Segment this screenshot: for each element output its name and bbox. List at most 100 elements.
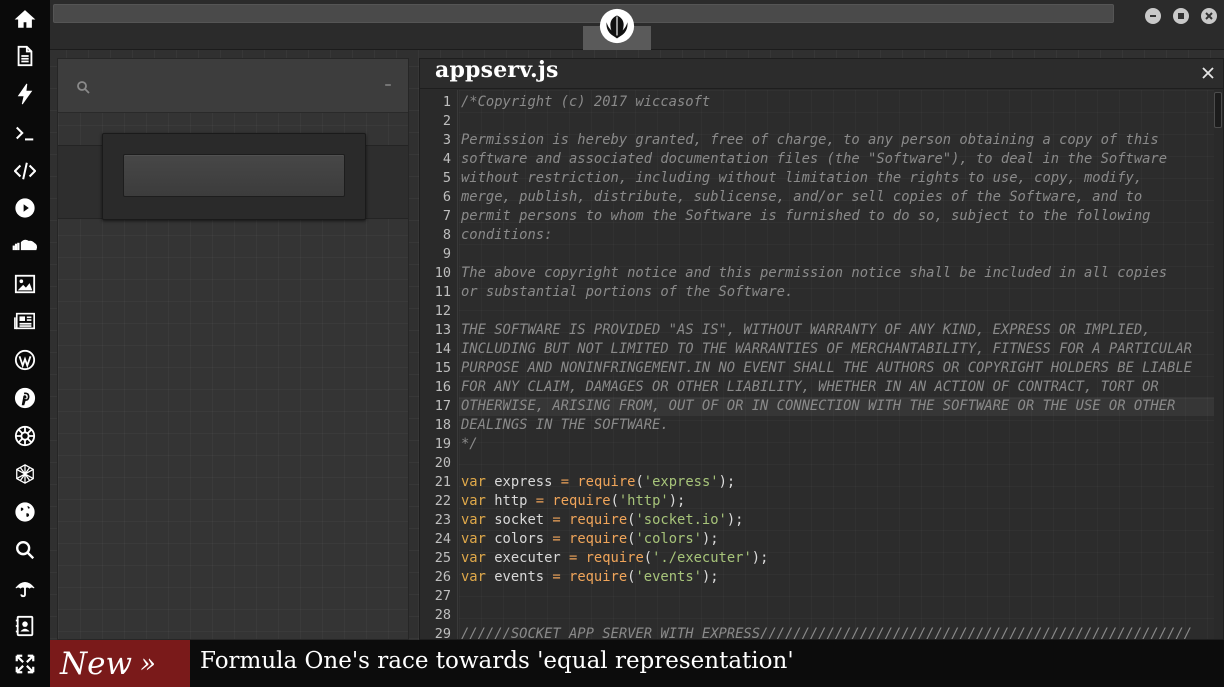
code-line: var express = require('express'); [461,473,735,492]
side-panel: – [57,58,409,640]
umbrella-icon[interactable] [0,569,50,607]
code-line: conditions: [461,227,553,243]
line-number: 2 [442,113,451,129]
editor-header: appserv.js [420,58,1223,89]
operator: = [535,493,545,509]
punctuation [486,493,494,509]
scrollbar-thumb[interactable] [1214,92,1222,128]
soundcloud-icon[interactable] [0,227,50,265]
code-line: FOR ANY CLAIM, DAMAGES OR OTHER LIABILIT… [461,379,1159,395]
punctuation [486,512,494,528]
minimize-icon[interactable] [1145,8,1161,24]
rebel-alliance-icon[interactable] [595,6,639,46]
string-literal: 'http' [618,493,669,509]
app-dock [0,0,50,687]
code-line: THE SOFTWARE IS PROVIDED "AS IS", WITHOU… [461,322,1151,338]
line-number: 25 [434,550,451,566]
code-line: //////SOCKET APP SERVER WITH EXPRESS////… [461,626,1192,640]
terminal-icon[interactable] [0,114,50,152]
operator: = [552,569,561,585]
keyword: var [461,531,486,547]
line-number: 19 [434,436,451,452]
punctuation: ); [668,493,686,509]
document-icon[interactable] [0,37,50,75]
news-headline[interactable]: Formula One's race towards 'equal repres… [200,648,794,674]
file-title: appserv.js [435,58,559,83]
punctuation [561,531,569,547]
line-number: 16 [434,379,451,395]
punctuation [561,569,569,585]
line-number: 7 [442,208,451,224]
close-icon[interactable] [1201,65,1217,81]
line-number: 27 [434,588,451,604]
panel-search-input[interactable] [98,73,368,99]
function-call: require [569,512,628,528]
punctuation: ( [610,493,619,509]
punctuation [486,569,494,585]
home-icon[interactable] [0,0,50,38]
code-line: PURPOSE AND NONINFRINGEMENT.IN NO EVENT … [461,360,1192,376]
identifier: events [494,569,545,585]
identifier: executer [494,550,561,566]
code-line: /*Copyright (c) 2017 wiccasoft [461,94,711,110]
identifier: http [494,493,528,509]
function-call: require [552,493,611,509]
line-number: 17 [434,398,451,414]
hexagon-network-icon[interactable] [0,455,50,493]
maximize-icon[interactable] [1173,8,1189,24]
expand-icon[interactable] [0,645,50,683]
code-line: */ [461,436,478,452]
code-icon[interactable] [0,152,50,190]
image-icon[interactable] [0,265,50,303]
editor-scrollbar[interactable] [1214,90,1223,639]
code-line: var colors = require('colors'); [461,530,719,549]
galactic-empire-icon[interactable] [0,417,50,455]
operator: = [560,474,570,490]
identifier: socket [494,512,545,528]
wordpress-icon[interactable] [0,341,50,379]
punctuation [486,474,494,490]
line-number: 4 [442,151,451,167]
string-literal: 'express' [643,474,719,490]
desktop: – appserv.js 1 2 3 4 5 6 7 8 9 10 11 12 13 14 15 16 17 18… [0,0,1224,687]
punctuation: ); [726,512,744,528]
code-line: permit persons to whom the Software is f… [461,208,1151,224]
line-number: 18 [434,417,451,433]
keyword: var [461,512,486,528]
code-line: or substantial portions of the Software. [461,284,794,300]
keyword: var [461,474,486,490]
line-number: 3 [442,132,451,148]
code-editor-window: appserv.js 1 2 3 4 5 6 7 8 9 10 11 12 13 14 15 16 17 18 19… [419,58,1224,640]
line-number: 12 [434,303,451,319]
pinterest-icon[interactable] [0,379,50,417]
collapse-button[interactable]: – [380,77,396,93]
panel-card [102,133,366,220]
line-number: 21 [434,474,451,490]
lightning-icon[interactable] [0,75,50,113]
line-number: 11 [434,284,451,300]
function-call: require [577,474,636,490]
play-icon[interactable] [0,189,50,227]
globe-icon[interactable] [0,493,50,531]
punctuation [552,474,560,490]
newspaper-icon[interactable] [0,302,50,340]
line-number: 22 [434,493,451,509]
line-number: 10 [434,265,451,281]
address-bar[interactable] [53,4,1114,23]
line-number: 24 [434,531,451,547]
punctuation: ); [718,474,736,490]
contacts-icon[interactable] [0,607,50,645]
function-call: require [585,550,644,566]
line-number: 13 [434,322,451,338]
operator: = [552,531,561,547]
punctuation: ( [643,550,653,566]
panel-field[interactable] [123,154,345,197]
close-window-icon[interactable] [1201,8,1217,24]
search-icon[interactable] [0,531,50,569]
line-number-gutter: 1 2 3 4 5 6 7 8 9 10 11 12 13 14 15 16 17 18 19 20 21 22 23 24 2… [420,90,458,640]
line-number: 29 [434,626,451,640]
code-line: INCLUDING BUT NOT LIMITED TO THE WARRANT… [461,341,1192,357]
code-area[interactable]: /*Copyright (c) 2017 wiccasoft Permission… [459,90,1217,640]
code-line: The above copyright notice and this perm… [461,265,1168,281]
keyword: var [461,550,486,566]
